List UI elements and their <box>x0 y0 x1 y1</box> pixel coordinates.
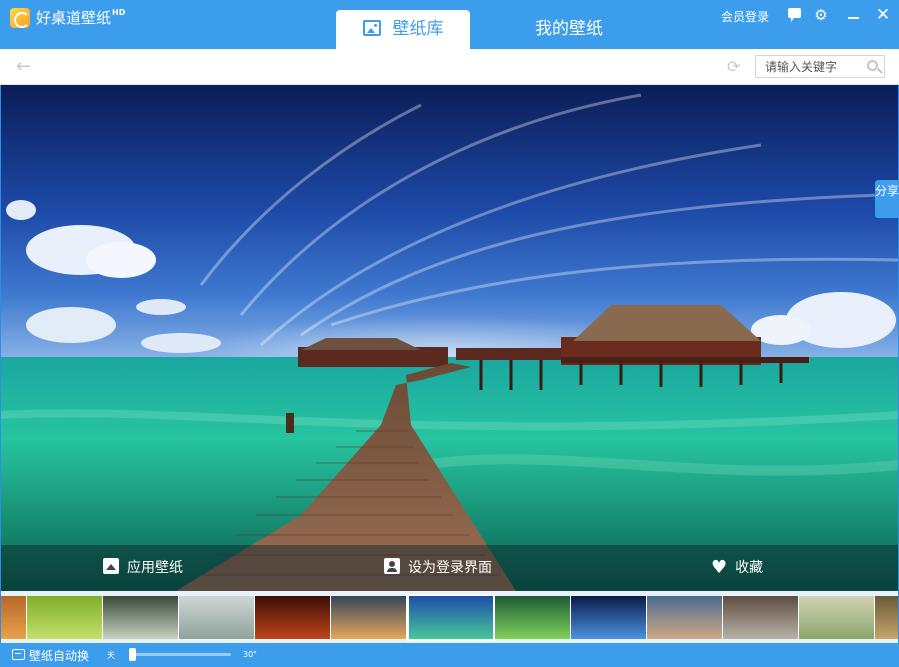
user-icon <box>384 558 400 574</box>
app-title-sup: HD <box>112 8 126 17</box>
interval-slider[interactable] <box>129 648 231 662</box>
close-icon[interactable]: ✕ <box>875 7 891 24</box>
apply-wallpaper-button[interactable]: 应用壁纸 <box>103 545 183 591</box>
slider-track <box>130 653 231 656</box>
minimize-icon[interactable] <box>845 7 861 23</box>
thumbnail[interactable] <box>331 596 407 639</box>
chat-icon[interactable] <box>786 7 802 23</box>
refresh-icon[interactable]: ⟳ <box>727 57 740 76</box>
wallpaper-preview <box>1 85 898 591</box>
thumbnail[interactable] <box>799 596 875 639</box>
thumbnail[interactable] <box>179 596 255 639</box>
thumbnail-list <box>1 594 898 641</box>
thumbnail[interactable] <box>647 596 723 639</box>
heart-icon: ♥ <box>711 557 728 578</box>
auto-change-icon[interactable] <box>12 649 25 660</box>
tab-my-wallpaper[interactable]: 我的壁纸 <box>502 10 636 49</box>
picture-icon <box>103 558 119 574</box>
gear-icon[interactable]: ⚙ <box>813 7 829 23</box>
slider-handle[interactable] <box>129 648 137 661</box>
thumbnail[interactable] <box>495 596 571 639</box>
favorite-button[interactable]: ♥ 收藏 <box>711 545 763 591</box>
app-title: 好桌道壁纸 <box>36 9 112 27</box>
picture-icon <box>362 20 381 36</box>
thumbnail-selected[interactable] <box>407 594 495 641</box>
search-box <box>755 55 885 78</box>
set-login-screen-label: 设为登录界面 <box>408 560 492 576</box>
thumbnail[interactable] <box>103 596 179 639</box>
favorite-label: 收藏 <box>735 560 764 576</box>
logo-icon <box>10 8 30 28</box>
thumbnail[interactable] <box>875 596 898 639</box>
thumbnail-strip[interactable] <box>1 591 898 643</box>
tab-label: 我的壁纸 <box>535 19 603 39</box>
tab-label: 壁纸库 <box>392 19 444 39</box>
share-button[interactable]: 分享 <box>875 180 899 218</box>
title-bar: 好桌道壁纸 HD 壁纸库 我的壁纸 会员登录 ⚙ ✕ <box>0 0 899 49</box>
interval-max-label: 30" <box>243 650 257 659</box>
search-icon[interactable] <box>867 60 878 71</box>
arrow-left-icon[interactable]: ← <box>16 56 31 77</box>
thumbnail[interactable] <box>255 596 331 639</box>
status-bar: 壁纸自动换 天 30" <box>0 643 899 667</box>
set-login-screen-button[interactable]: 设为登录界面 <box>384 545 492 591</box>
auto-change-label[interactable]: 壁纸自动换 <box>29 647 89 664</box>
tab-wallpaper-library[interactable]: 壁纸库 <box>336 10 470 49</box>
action-bar: 应用壁纸 设为登录界面 ♥ 收藏 <box>1 545 898 591</box>
app-logo: 好桌道壁纸 HD <box>10 7 125 29</box>
thumbnail[interactable] <box>27 596 103 639</box>
thumbnail[interactable] <box>571 596 647 639</box>
member-login-link[interactable]: 会员登录 <box>721 8 769 25</box>
wallpaper-image <box>1 85 898 591</box>
apply-wallpaper-label: 应用壁纸 <box>127 560 183 576</box>
toolbar: ← ⟳ <box>0 49 899 85</box>
thumbnail[interactable] <box>723 596 799 639</box>
interval-min-label: 天 <box>107 651 115 660</box>
search-input[interactable] <box>756 56 856 78</box>
thumbnail[interactable] <box>1 596 27 639</box>
